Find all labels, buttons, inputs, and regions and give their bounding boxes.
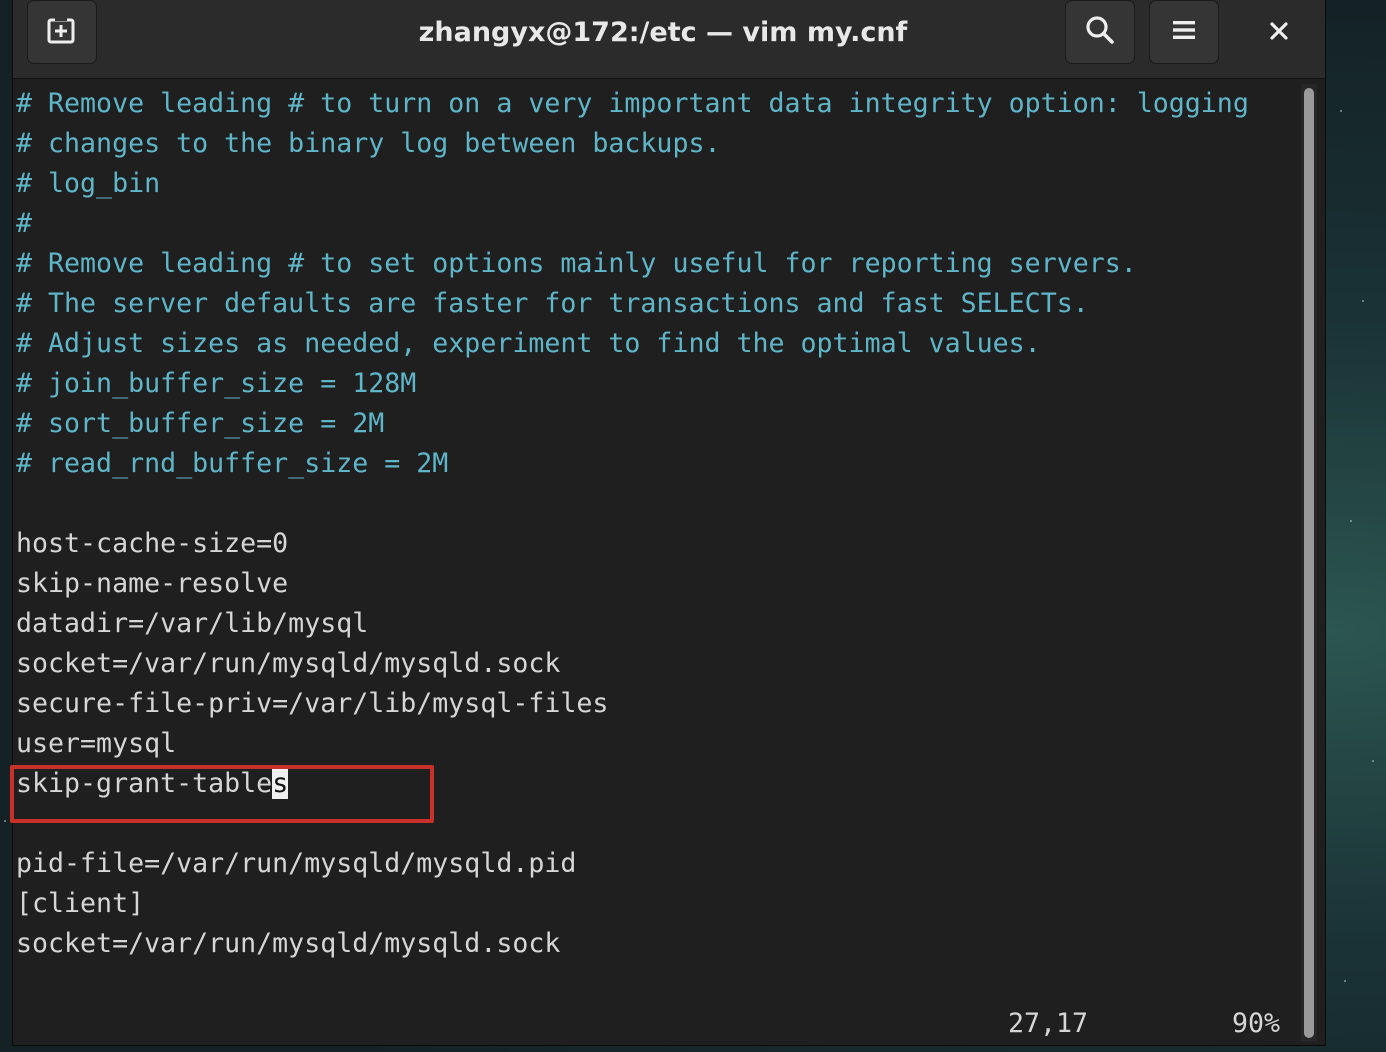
terminal-window: zhangyx@172:/etc — vim my.cnf # Remove l… — [10, 0, 1326, 1046]
terminal-content[interactable]: # Remove leading # to turn on a very imp… — [10, 84, 1302, 1044]
editor-line: # sort_buffer_size = 2M — [16, 408, 385, 439]
menu-button[interactable] — [1149, 0, 1219, 64]
editor-line: user=mysql — [16, 728, 177, 759]
bg-star — [1340, 110, 1342, 112]
editor-line: # join_buffer_size = 128M — [16, 368, 417, 399]
editor-line: pid-file=/var/run/mysqld/mysqld.pid — [16, 848, 577, 879]
new-tab-button[interactable] — [27, 0, 97, 64]
new-tab-icon — [46, 15, 78, 49]
editor-line: skip-name-resolve — [16, 568, 289, 599]
editor-line: # read_rnd_buffer_size = 2M — [16, 448, 449, 479]
bg-star — [4, 820, 6, 822]
title-bar: zhangyx@172:/etc — vim my.cnf — [13, 0, 1325, 79]
bg-star — [1350, 520, 1352, 522]
editor-line: # changes to the binary log between back… — [16, 128, 721, 159]
scrollbar-thumb[interactable] — [1304, 88, 1314, 1038]
highlight-annotation-box — [10, 765, 434, 823]
editor-line: # Remove leading # to turn on a very imp… — [16, 88, 1249, 119]
cursor-position-status: 27,17 — [1008, 1008, 1089, 1039]
editor-line: host-cache-size=0 — [16, 528, 289, 559]
scrollbar[interactable] — [1301, 84, 1317, 1042]
window-title: zhangyx@172:/etc — vim my.cnf — [418, 16, 908, 48]
editor-line: socket=/var/run/mysqld/mysqld.sock — [16, 648, 561, 679]
scroll-percent-status: 90% — [1232, 1008, 1281, 1039]
close-button[interactable] — [1249, 6, 1309, 60]
editor-line: # Adjust sizes as needed, experiment to … — [16, 328, 1041, 359]
editor-line: # The server defaults are faster for tra… — [16, 288, 1089, 319]
editor-line: # — [16, 208, 33, 239]
editor-line: socket=/var/run/mysqld/mysqld.sock — [16, 928, 561, 959]
editor-line: # log_bin — [16, 168, 161, 199]
search-icon — [1085, 15, 1115, 49]
bg-star — [1372, 760, 1374, 762]
bg-star — [1344, 980, 1346, 982]
bg-star — [1362, 300, 1364, 302]
close-icon — [1269, 21, 1289, 45]
editor-line: secure-file-priv=/var/lib/mysql-files — [16, 688, 609, 719]
editor-line: # Remove leading # to set options mainly… — [16, 248, 1137, 279]
editor-line: [client] — [16, 888, 145, 919]
search-button[interactable] — [1065, 0, 1135, 64]
hamburger-menu-icon — [1172, 19, 1196, 45]
editor-line: datadir=/var/lib/mysql — [16, 608, 369, 639]
